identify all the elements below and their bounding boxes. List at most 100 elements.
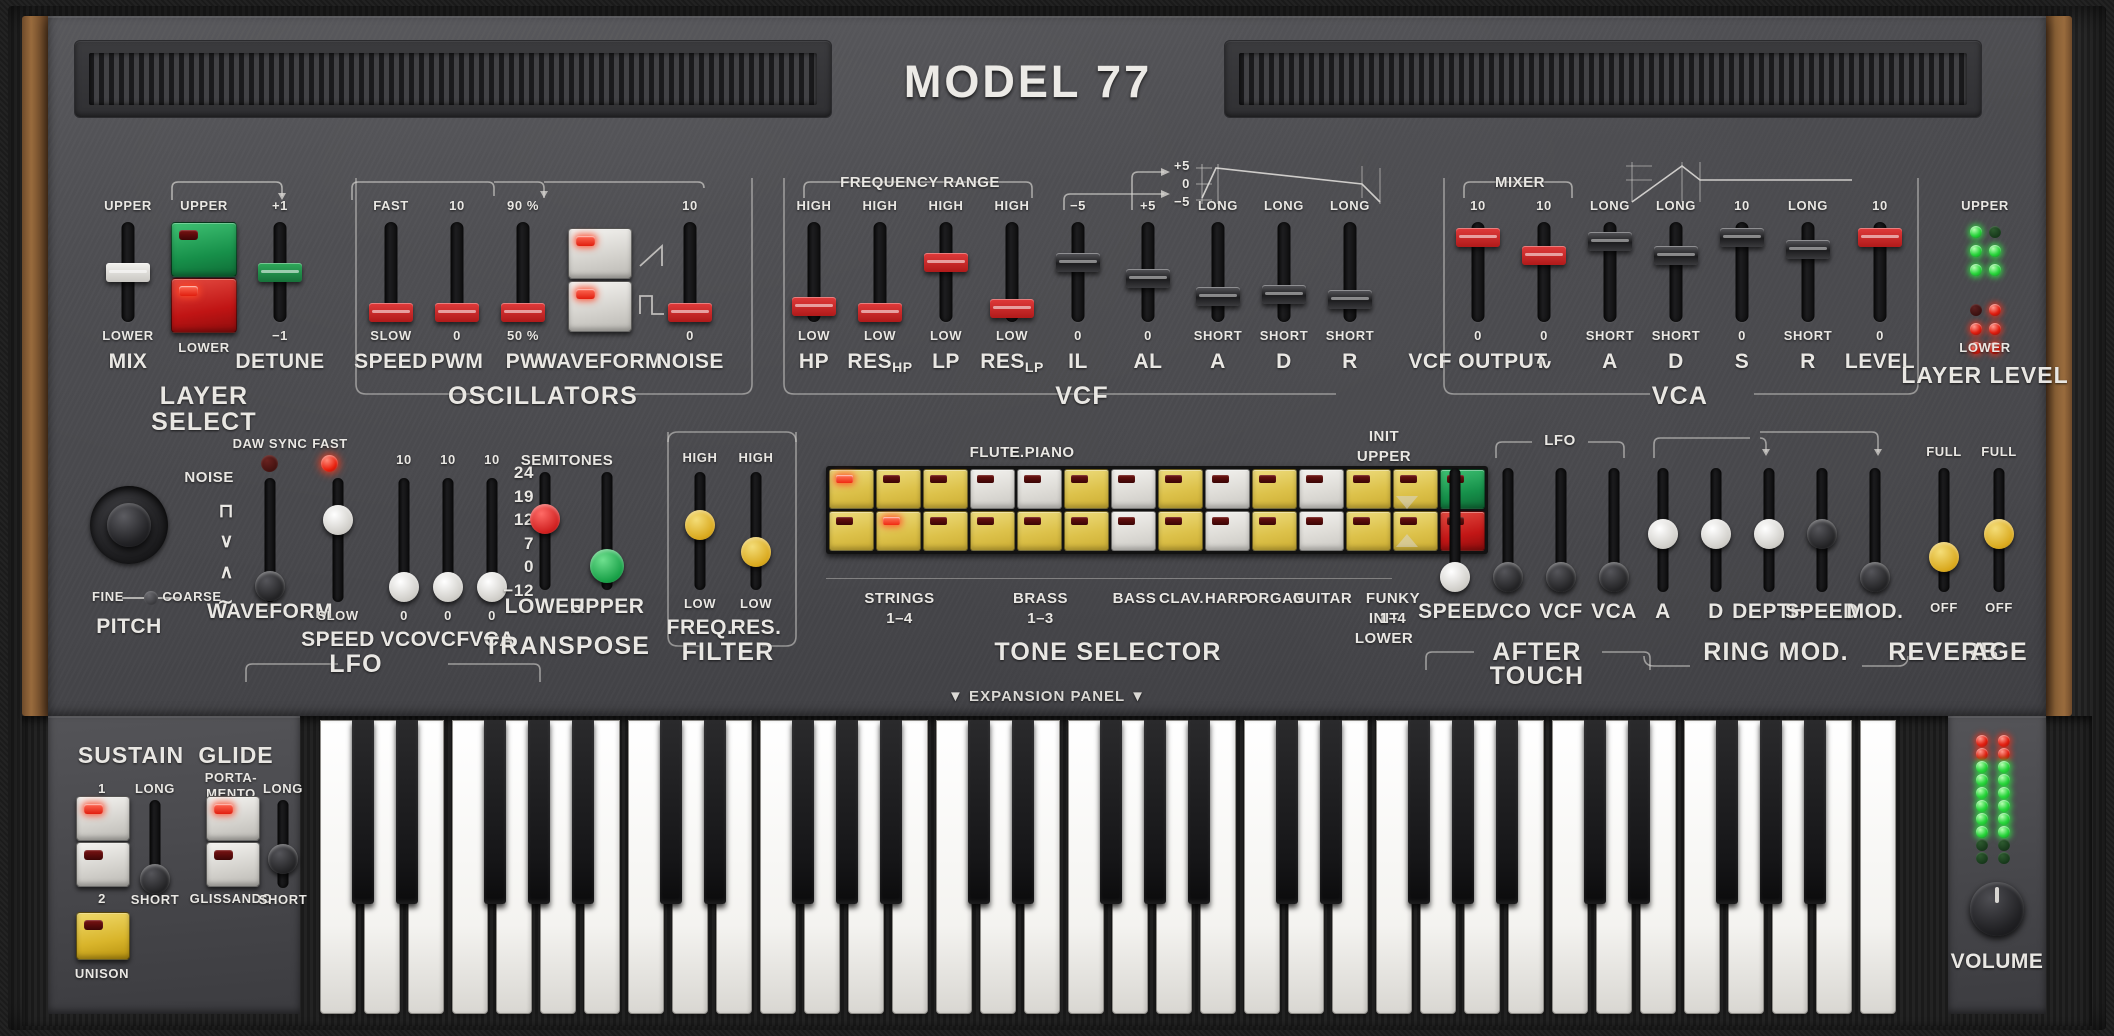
ringmod-speed-slider[interactable] [1796,468,1848,592]
black-key[interactable] [1188,720,1210,904]
black-key[interactable] [1496,720,1518,904]
tone-button-upper[interactable] [923,469,968,509]
volume-knob[interactable] [1970,882,2024,936]
aftertouch-vca-slider[interactable] [1588,468,1640,593]
vca-vcf-output-slider[interactable] [1451,222,1505,322]
black-key[interactable] [1276,720,1298,904]
ringmod-d-slider-cap[interactable] [1701,518,1731,549]
black-key[interactable] [1716,720,1738,904]
ringmod-speed-slider-cap[interactable] [1807,518,1837,549]
age-slider[interactable] [1973,468,2025,592]
filter-res-slider[interactable] [730,472,782,590]
vcf-d-slider[interactable] [1257,222,1311,322]
ringmod-mod-slider-cap[interactable] [1860,562,1890,593]
transpose-lower-slider[interactable] [519,472,571,590]
black-key[interactable] [792,720,814,904]
keyboard-keys[interactable] [320,720,1932,1014]
osc-speed-slider[interactable] [364,222,418,322]
tone-button-lower[interactable] [1111,511,1156,551]
vcf-reshp-slider-cap[interactable] [858,303,902,322]
black-key[interactable] [1628,720,1650,904]
osc-noise-slider-cap[interactable] [668,303,712,322]
black-key[interactable] [968,720,990,904]
black-key[interactable] [704,720,726,904]
vca-a-slider[interactable] [1583,222,1637,322]
tone-button-upper[interactable] [1017,469,1062,509]
reverb-slider-cap[interactable] [1929,542,1959,573]
white-key[interactable] [1068,720,1104,1014]
tone-button-lower[interactable] [1299,511,1344,551]
black-key[interactable] [1408,720,1430,904]
lfo-waveform-slider[interactable] [244,478,296,602]
filter-freq-slider[interactable] [674,472,726,590]
lfo-daw-sync-led[interactable] [261,455,278,472]
white-key[interactable] [1244,720,1280,1014]
lfo-speed-slider-cap[interactable] [323,505,353,536]
osc-waveform-saw-button[interactable] [568,228,632,279]
vca-level-slider-cap[interactable] [1858,228,1902,248]
sustain-1-button[interactable] [76,796,130,841]
black-key[interactable] [1012,720,1034,904]
vca-d-slider-cap[interactable] [1654,246,1698,266]
white-key[interactable] [760,720,796,1014]
vcf-il-slider[interactable] [1051,222,1105,322]
black-key[interactable] [836,720,858,904]
unison-button[interactable] [76,912,130,960]
transpose-upper-slider[interactable] [581,472,633,590]
black-key[interactable] [1100,720,1122,904]
tone-button-lower[interactable] [1205,511,1250,551]
osc-noise-slider[interactable] [663,222,717,322]
detune-slider-cap[interactable] [258,262,302,282]
black-key[interactable] [1320,720,1342,904]
lfo-vcf-slider-cap[interactable] [433,572,463,603]
osc-waveform-pulse-button[interactable] [568,281,632,332]
ringmod-mod-slider[interactable] [1849,468,1901,593]
tone-selector-down-arrow[interactable] [1396,496,1418,509]
glide-glissando-button[interactable] [206,842,260,887]
osc-pw-slider-cap[interactable] [501,303,545,322]
vcf-a-slider[interactable] [1191,222,1245,322]
white-key[interactable] [1376,720,1412,1014]
black-key[interactable] [880,720,902,904]
sustain-slider-cap[interactable] [140,864,170,895]
ringmod-a-slider[interactable] [1637,468,1689,592]
vcf-hp-slider-cap[interactable] [792,296,836,316]
tone-selector-up-arrow[interactable] [1396,534,1418,547]
vcf-r-slider[interactable] [1323,222,1377,322]
pitch-joystick[interactable] [90,486,168,564]
transpose-lower-cap[interactable] [530,504,560,535]
tone-button-upper[interactable] [1111,469,1156,509]
tone-button-lower[interactable] [1252,511,1297,551]
reverb-slider[interactable] [1918,468,1970,592]
vca-r-slider[interactable] [1781,222,1835,322]
tone-button-upper[interactable] [1205,469,1250,509]
tone-button-lower[interactable] [876,511,921,551]
filter-res-slider-cap[interactable] [741,537,771,568]
sustain-slider[interactable] [129,800,181,895]
detune-slider[interactable] [253,222,307,322]
vcf-r-slider-cap[interactable] [1328,290,1372,310]
layer-lower-button[interactable] [171,278,237,333]
black-key[interactable] [1804,720,1826,904]
lfo-vca-slider-cap[interactable] [477,572,507,603]
lfo-vca-slider[interactable] [466,478,518,603]
osc-pwm-slider-cap[interactable] [435,303,479,322]
lfo-speed-slider[interactable] [312,478,364,602]
black-key[interactable] [484,720,506,904]
filter-freq-slider-cap[interactable] [685,510,715,541]
osc-speed-slider-cap[interactable] [369,303,413,322]
black-key[interactable] [396,720,418,904]
vcf-hp-slider[interactable] [787,222,841,322]
tone-button-upper[interactable] [1064,469,1109,509]
tone-button-lower[interactable] [1064,511,1109,551]
ringmod-depth-slider-cap[interactable] [1754,518,1784,549]
tone-button-lower[interactable] [1017,511,1062,551]
glide-slider-cap[interactable] [268,843,298,874]
mix-slider[interactable] [101,222,155,322]
aftertouch-vcf-slider[interactable] [1535,468,1587,593]
expansion-panel-toggle[interactable]: ▼ EXPANSION PANEL ▼ [48,688,2046,716]
white-key[interactable] [936,720,972,1014]
black-key[interactable] [1144,720,1166,904]
vca-sine-slider[interactable] [1517,222,1571,322]
vca-sine-slider-cap[interactable] [1522,246,1566,266]
